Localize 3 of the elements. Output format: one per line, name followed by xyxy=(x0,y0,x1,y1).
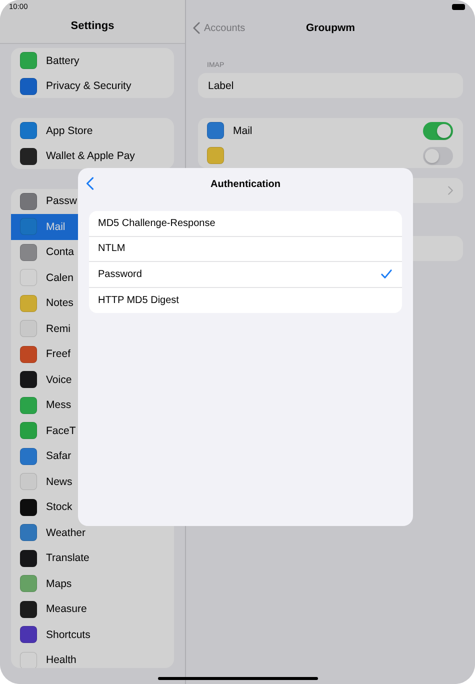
dialog-title: Authentication xyxy=(210,178,280,190)
page-title: Groupwm xyxy=(305,22,356,34)
toggle-label: Mail xyxy=(233,124,254,136)
